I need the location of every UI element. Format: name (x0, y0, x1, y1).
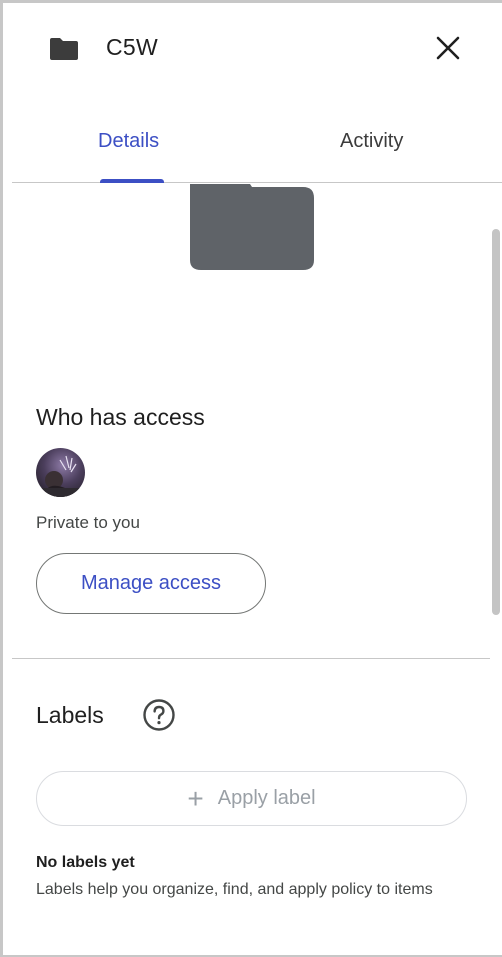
active-tab-indicator (100, 179, 164, 183)
help-circle-icon[interactable] (142, 698, 176, 732)
labels-description: Labels help you organize, find, and appl… (36, 881, 433, 898)
avatar[interactable] (36, 448, 85, 497)
folder-icon (50, 38, 78, 60)
apply-label-text: Apply label (217, 787, 316, 809)
plus-icon: + (187, 782, 204, 814)
close-icon[interactable] (430, 30, 466, 66)
tab-bar: Details Activity (12, 110, 502, 183)
manage-access-button[interactable]: Manage access (36, 553, 266, 614)
section-divider (12, 658, 490, 659)
tab-activity[interactable]: Activity (340, 130, 403, 153)
panel-header: C5W (0, 0, 502, 100)
no-labels-title: No labels yet (36, 854, 135, 871)
who-has-access-heading: Who has access (36, 404, 205, 430)
apply-label-button[interactable]: + Apply label (36, 771, 467, 826)
tab-details[interactable]: Details (98, 130, 159, 153)
scrollbar-thumb[interactable] (492, 229, 500, 615)
details-content: Who has access Private to you Manage acc… (12, 184, 490, 954)
labels-heading: Labels (36, 702, 104, 728)
access-status: Private to you (36, 513, 140, 532)
folder-preview-icon (190, 184, 314, 270)
panel-title: C5W (106, 34, 159, 60)
